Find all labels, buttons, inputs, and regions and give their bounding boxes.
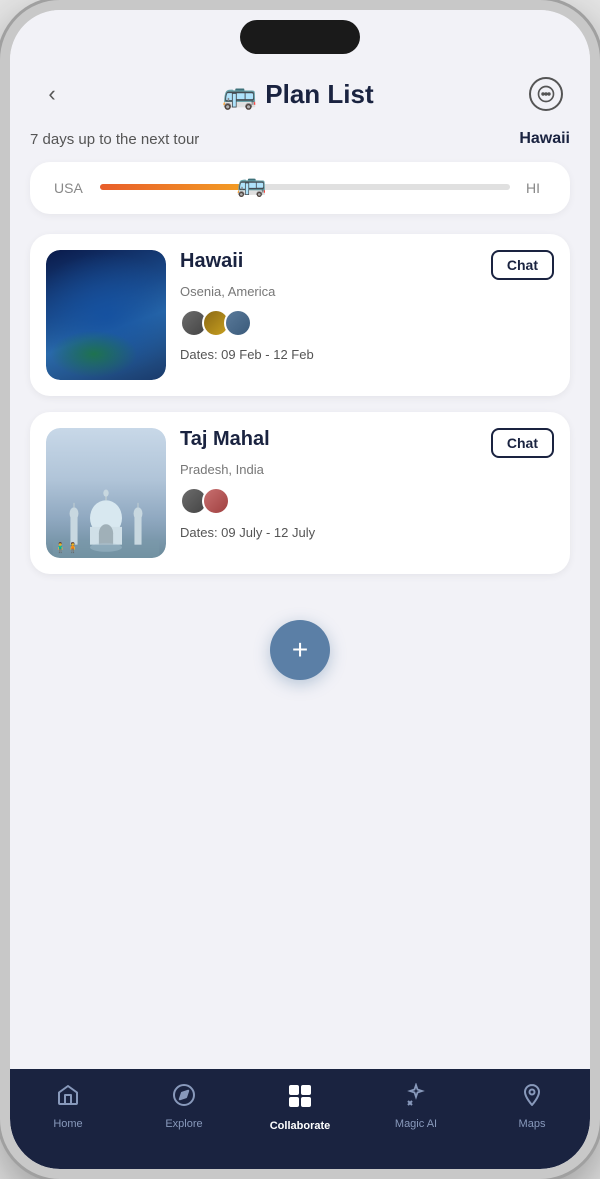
bus-icon: 🚌 [222,78,257,111]
add-plan-button[interactable]: + [270,620,330,680]
header: ‹ 🚌 Plan List [10,64,590,130]
nav-item-explore[interactable]: Explore [126,1083,242,1130]
chat-bubble-icon [529,77,563,111]
avatar [202,487,230,515]
plan-name-hawaii: Hawaii [180,250,243,273]
nav-label-magic-ai: Magic AI [395,1118,437,1130]
days-text: 7 days up to the next tour [30,131,199,148]
to-label: HI [526,180,546,196]
dynamic-island [240,20,360,54]
from-label: USA [54,180,84,196]
plan-header-hawaii: Hawaii Chat [180,250,554,280]
nav-item-magic-ai[interactable]: Magic AI [358,1083,474,1130]
plan-card-hawaii: Hawaii Chat Osenia, America Dates: 09 Fe… [30,234,570,396]
collaborate-icon [287,1083,313,1115]
phone-frame: ‹ 🚌 Plan List 7 days up to the next tour… [0,0,600,1179]
nav-item-maps[interactable]: Maps [474,1083,590,1130]
nav-label-explore: Explore [165,1118,202,1130]
plan-location-hawaii: Osenia, America [180,284,554,299]
add-btn-container: + [30,590,570,700]
status-bar [10,10,590,64]
page-title: Plan List [265,79,373,110]
nav-label-maps: Maps [519,1118,546,1130]
plan-image-hawaii [46,250,166,380]
explore-icon [172,1083,196,1113]
plan-info-hawaii: Hawaii Chat Osenia, America Dates: 09 Fe… [180,250,554,380]
back-chevron-icon: ‹ [48,81,55,107]
destination-label: Hawaii [519,130,570,148]
header-title: 🚌 Plan List [222,78,373,111]
bottom-nav: Home Explore Collaborate [10,1069,590,1169]
progress-track [100,184,510,190]
maps-icon [520,1083,544,1113]
plan-image-tajmahal: 🧍‍♂️🧍 [46,428,166,558]
avatars-hawaii [180,309,554,337]
content-area: 7 days up to the next tour Hawaii USA 🚌 … [10,130,590,1069]
plus-icon: + [292,636,308,664]
back-button[interactable]: ‹ [34,76,70,112]
nav-label-collaborate: Collaborate [270,1120,331,1132]
days-banner: 7 days up to the next tour Hawaii [30,130,570,148]
nav-item-home[interactable]: Home [10,1083,126,1130]
nav-label-home: Home [53,1118,82,1130]
progress-bar: 🚌 [100,184,510,192]
header-chat-button[interactable] [526,74,566,114]
progress-card: USA 🚌 HI [30,162,570,214]
plan-dates-hawaii: Dates: 09 Feb - 12 Feb [180,347,554,362]
chat-button-tajmahal[interactable]: Chat [491,428,554,458]
chat-button-hawaii[interactable]: Chat [491,250,554,280]
avatar [224,309,252,337]
bus-progress-icon: 🚌 [237,170,267,199]
plan-header-tajmahal: Taj Mahal Chat [180,428,554,458]
avatars-tajmahal [180,487,554,515]
magic-ai-icon [404,1083,428,1113]
plan-name-tajmahal: Taj Mahal [180,428,270,451]
nav-item-collaborate[interactable]: Collaborate [242,1083,358,1132]
plan-location-tajmahal: Pradesh, India [180,462,554,477]
home-icon [56,1083,80,1113]
plan-card-tajmahal: 🧍‍♂️🧍 Taj Mahal Chat Pradesh, India Date… [30,412,570,574]
plan-dates-tajmahal: Dates: 09 July - 12 July [180,525,554,540]
plan-info-tajmahal: Taj Mahal Chat Pradesh, India Dates: 09 … [180,428,554,558]
